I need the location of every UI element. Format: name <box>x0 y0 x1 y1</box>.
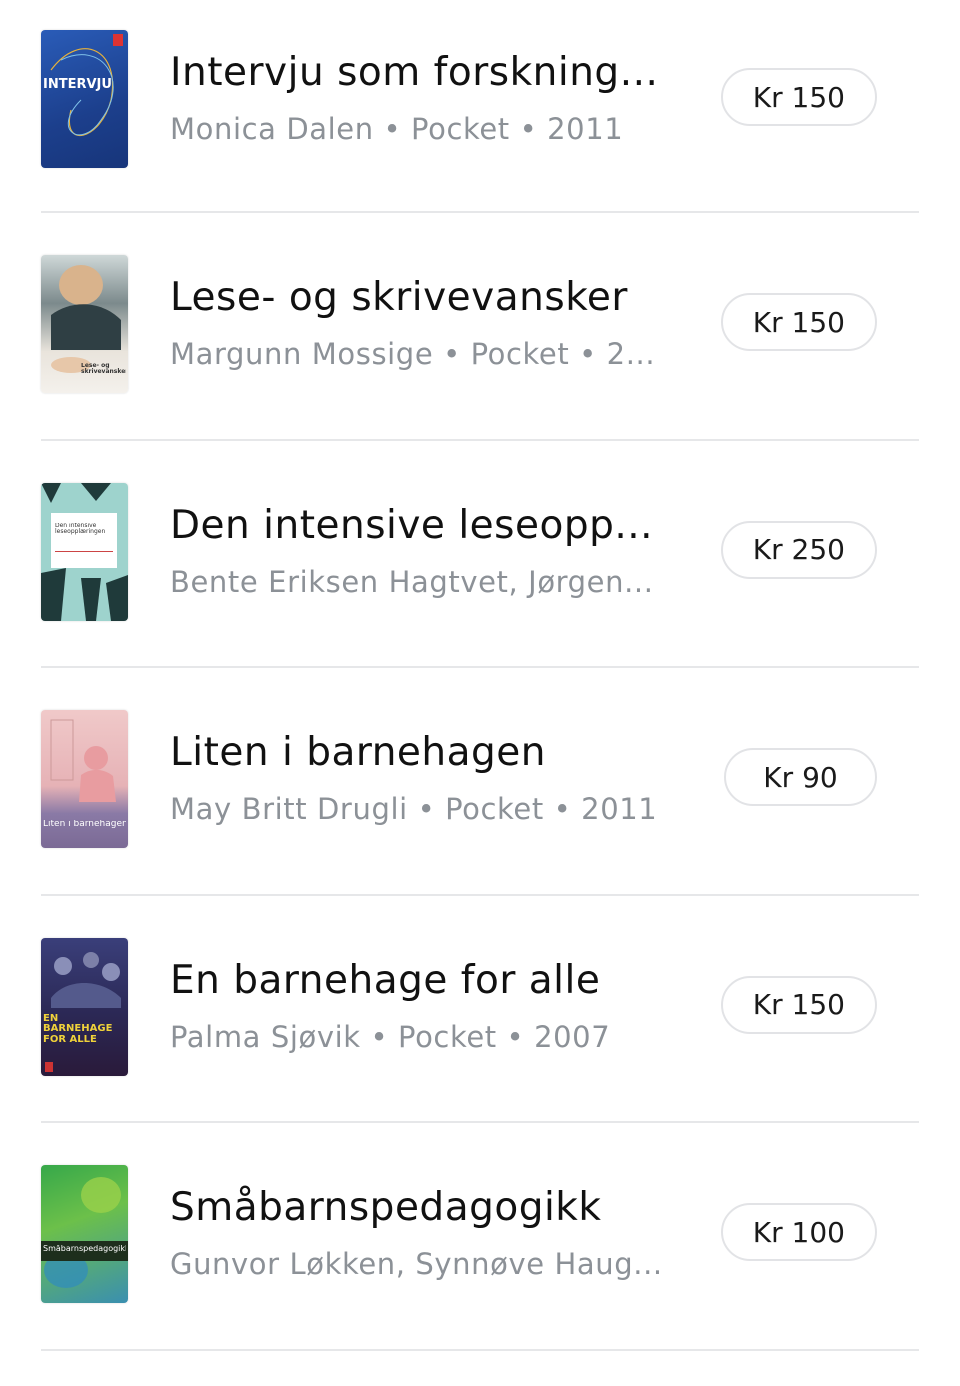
price-button[interactable]: Kr 150 <box>720 975 877 1034</box>
book-meta: Palma Sjøvik • Pocket • 2007 <box>170 1019 611 1054</box>
cover-title: Lese- og skrivevansker <box>81 363 126 376</box>
book-cover: Lese- og skrivevansker <box>41 255 128 393</box>
book-cover: EN BARNEHAGE FOR ALLE <box>41 937 128 1076</box>
book-title: Lese- og skrivevansker <box>170 275 628 320</box>
book-cover: Den intensive leseopplæringen <box>41 482 128 621</box>
book-meta: Gunvor Løkken, Synnøve Haug... <box>170 1247 663 1282</box>
book-meta: Margunn Mossige • Pocket • 2... <box>170 337 656 371</box>
book-title: Småbarnspedagogikk <box>170 1185 602 1231</box>
list-item[interactable]: EN BARNEHAGE FOR ALLE En barnehage for a… <box>41 896 919 1124</box>
cover-title: Den intensive leseopplæringen <box>55 522 106 535</box>
cover-title: Liten i barnehagen <box>43 820 126 830</box>
list-item[interactable]: Liten i barnehagen Liten i barnehagen Ma… <box>41 668 919 896</box>
book-cover: Småbarnspedagogikk <box>41 1165 128 1304</box>
list-item[interactable]: Lese- og skrivevansker Lese- og skriveva… <box>41 213 919 441</box>
book-list: INTERVJU Intervju som forskning... Monic… <box>0 0 960 1351</box>
price-button[interactable]: Kr 250 <box>720 520 877 579</box>
book-title: Den intensive leseopp... <box>170 502 654 548</box>
price-button[interactable]: Kr 100 <box>720 1203 877 1262</box>
list-item[interactable]: Den intensive leseopplæringen Den intens… <box>41 441 919 669</box>
list-item[interactable]: Småbarnspedagogikk Småbarnspedagogikk Gu… <box>41 1123 919 1351</box>
list-item[interactable]: INTERVJU Intervju som forskning... Monic… <box>41 0 919 213</box>
cover-art <box>45 951 121 1072</box>
price-button[interactable]: Kr 150 <box>720 293 877 351</box>
book-title: En barnehage for alle <box>170 957 601 1003</box>
book-title: Liten i barnehagen <box>170 730 546 776</box>
book-cover: INTERVJU <box>41 30 128 168</box>
cover-title: Småbarnspedagogikk <box>43 1245 126 1254</box>
book-meta: Monica Dalen • Pocket • 2011 <box>170 112 624 146</box>
book-meta: Bente Eriksen Hagtvet, Jørgen... <box>170 564 654 599</box>
cover-title: INTERVJU <box>43 78 112 92</box>
cover-art <box>50 34 123 137</box>
book-title: Intervju som forskning... <box>170 50 659 95</box>
book-meta: May Britt Drugli • Pocket • 2011 <box>170 792 658 827</box>
cover-title: EN BARNEHAGE FOR ALLE <box>43 1013 113 1045</box>
book-cover: Liten i barnehagen <box>41 710 128 849</box>
price-button[interactable]: Kr 150 <box>720 68 877 126</box>
cover-art <box>41 1177 128 1289</box>
price-button[interactable]: Kr 90 <box>724 748 877 807</box>
cover-art <box>41 482 128 621</box>
